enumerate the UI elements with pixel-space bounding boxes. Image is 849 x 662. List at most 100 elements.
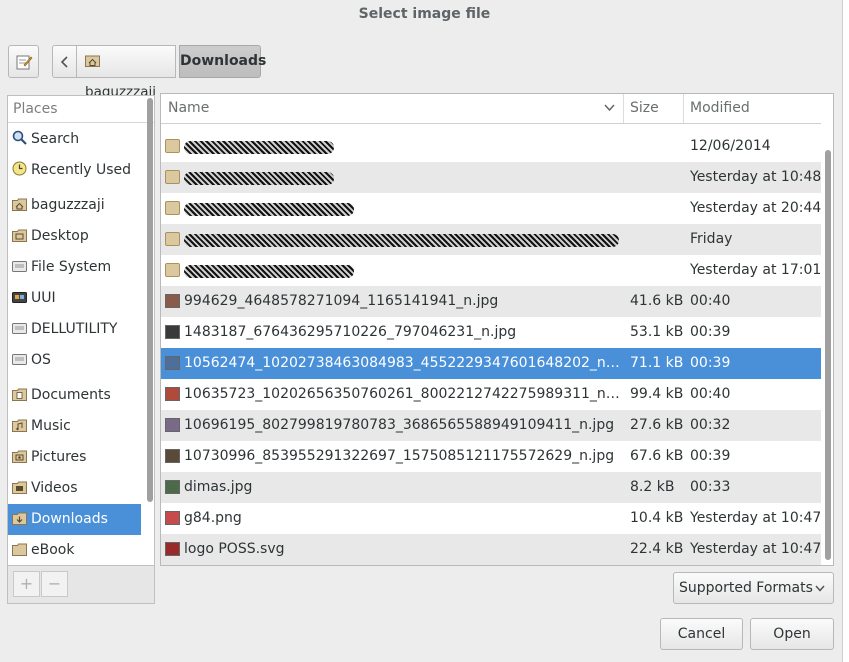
- folder-row[interactable]: 12/06/2014: [161, 131, 821, 162]
- add-bookmark-button[interactable]: +: [13, 571, 40, 597]
- places-toolbar: + −: [7, 566, 155, 604]
- sidebar-item-recently-used[interactable]: Recently Used: [8, 155, 141, 186]
- desktop-folder-icon: [12, 223, 27, 242]
- sidebar-item-label: Search: [31, 131, 80, 147]
- file-list-scrollbar[interactable]: [825, 150, 831, 560]
- file-modified: Yesterday at 20:44: [690, 200, 822, 216]
- file-name: 10696195_802799819780783_368656558894910…: [184, 417, 615, 433]
- edit-icon: [16, 55, 32, 70]
- chevron-left-icon: [60, 56, 68, 68]
- file-size: 99.4 kB: [630, 386, 684, 402]
- sidebar-item-music[interactable]: Music: [8, 411, 141, 442]
- file-modified: 12/06/2014: [690, 138, 771, 154]
- folder-row[interactable]: Yesterday at 10:48: [161, 162, 821, 193]
- column-size-header[interactable]: Size: [630, 94, 659, 123]
- image-thumbnail-icon: [165, 387, 180, 401]
- search-icon: [12, 126, 27, 145]
- sidebar-item-label: eBook: [31, 542, 75, 558]
- drive-icon: [12, 254, 27, 272]
- file-size: 27.6 kB: [630, 417, 684, 433]
- file-row[interactable]: 10696195_802799819780783_368656558894910…: [161, 410, 821, 441]
- image-thumbnail-icon: [165, 480, 180, 494]
- image-thumbnail-icon: [165, 511, 180, 525]
- pictures-folder-icon: [12, 444, 27, 463]
- sidebar-item-label: Music: [31, 418, 71, 434]
- folder-icon: [165, 232, 180, 246]
- sidebar-item-label: Recently Used: [31, 162, 132, 178]
- window-edge: [842, 0, 849, 662]
- sidebar-item-desktop[interactable]: Desktop: [8, 221, 141, 252]
- column-name-header[interactable]: Name: [168, 94, 209, 123]
- folder-row[interactable]: Friday: [161, 224, 821, 255]
- drive-icon: [12, 316, 27, 334]
- sidebar-item-file-system[interactable]: File System: [8, 252, 141, 283]
- places-scrollbar[interactable]: [147, 98, 153, 502]
- file-modified: Yesterday at 17:01: [690, 262, 822, 278]
- file-row[interactable]: logo POSS.svg 22.4 kB Yesterday at 10:47: [161, 534, 821, 565]
- image-thumbnail-icon: [165, 356, 180, 370]
- sidebar-item-videos[interactable]: Videos: [8, 473, 141, 504]
- chevron-down-icon: [815, 585, 825, 592]
- file-row[interactable]: 1483187_676436295710226_797046231_n.jpg 5…: [161, 317, 821, 348]
- file-modified: 00:40: [690, 386, 731, 402]
- file-row[interactable]: 10635723_10202656350760261_8002212742275…: [161, 379, 821, 410]
- dialog-title: Select image file: [358, 6, 491, 22]
- sidebar-item-os[interactable]: OS: [8, 345, 141, 376]
- file-name: 1483187_676436295710226_797046231_n.jpg: [184, 324, 517, 340]
- downloads-folder-icon: [12, 506, 27, 525]
- file-modified: Yesterday at 10:47: [690, 541, 822, 557]
- remove-bookmark-button[interactable]: −: [41, 571, 68, 597]
- file-filter-select[interactable]: Supported Formats: [673, 572, 834, 604]
- path-home-button[interactable]: baguzzzaji: [76, 45, 176, 100]
- sidebar-item-dellutility[interactable]: DELLUTILITY: [8, 314, 141, 345]
- folder-icon: [165, 139, 180, 153]
- file-name: g84.png: [184, 510, 242, 526]
- file-row[interactable]: 10562474_10202738463084983_4552229347601…: [161, 348, 821, 379]
- sidebar-item-label: Desktop: [31, 228, 89, 244]
- file-modified: 00:39: [690, 448, 731, 464]
- folder-row[interactable]: Yesterday at 20:44: [161, 193, 821, 224]
- places-header: Places: [8, 96, 154, 123]
- sidebar-item-ebook[interactable]: eBook: [8, 535, 141, 565]
- column-modified-header[interactable]: Modified: [690, 94, 750, 123]
- sidebar-item-label: OS: [31, 352, 51, 368]
- file-size: 8.2 kB: [630, 479, 675, 495]
- home-folder-icon: [12, 192, 27, 211]
- sidebar-item-pictures[interactable]: Pictures: [8, 442, 141, 473]
- sidebar-item-label: UUI: [31, 290, 56, 306]
- videos-folder-icon: [12, 475, 27, 494]
- sidebar-item-downloads[interactable]: Downloads: [8, 504, 141, 535]
- back-button[interactable]: [52, 45, 77, 78]
- redacted-name: [184, 141, 334, 154]
- sidebar-item-label: Videos: [31, 480, 78, 496]
- sidebar-item-label: File System: [31, 259, 112, 275]
- sort-down-icon[interactable]: [604, 104, 615, 112]
- file-list: Name Size Modified 12/06/2014 Yesterday a…: [160, 93, 834, 566]
- sidebar-item-uui[interactable]: UUI: [8, 283, 141, 314]
- file-row[interactable]: dimas.jpg 8.2 kB 00:33: [161, 472, 821, 503]
- redacted-name: [184, 265, 354, 278]
- file-size: 67.6 kB: [630, 448, 684, 464]
- sidebar-item-search[interactable]: Search: [8, 124, 141, 155]
- file-size: 22.4 kB: [630, 541, 684, 557]
- file-name: 10635723_10202656350760261_8002212742275…: [184, 386, 620, 402]
- edit-location-button[interactable]: [8, 45, 39, 78]
- file-name: dimas.jpg: [184, 479, 253, 495]
- file-modified: 00:40: [690, 293, 731, 309]
- file-row[interactable]: 10730996_853955291322697_157508512117557…: [161, 441, 821, 472]
- cancel-button[interactable]: Cancel: [660, 618, 743, 650]
- file-row[interactable]: g84.png 10.4 kB Yesterday at 10:47: [161, 503, 821, 534]
- sidebar-item-documents[interactable]: Documents: [8, 380, 141, 411]
- path-current-button[interactable]: Downloads: [179, 45, 266, 78]
- file-row[interactable]: 994629_4648578271094_1165141941_n.jpg 41.…: [161, 286, 821, 317]
- file-modified: Yesterday at 10:48: [690, 169, 822, 185]
- folder-icon: [165, 170, 180, 184]
- sidebar-item-baguzzzaji[interactable]: baguzzzaji: [8, 190, 141, 221]
- folder-row[interactable]: Yesterday at 17:01: [161, 255, 821, 286]
- home-folder-icon: [85, 55, 100, 67]
- open-button[interactable]: Open: [750, 618, 834, 650]
- redacted-name: [184, 172, 334, 185]
- places-sidebar: Places Search Recently Used baguzzzaji Desk…: [7, 95, 155, 566]
- image-thumbnail-icon: [165, 294, 180, 308]
- image-thumbnail-icon: [165, 542, 180, 556]
